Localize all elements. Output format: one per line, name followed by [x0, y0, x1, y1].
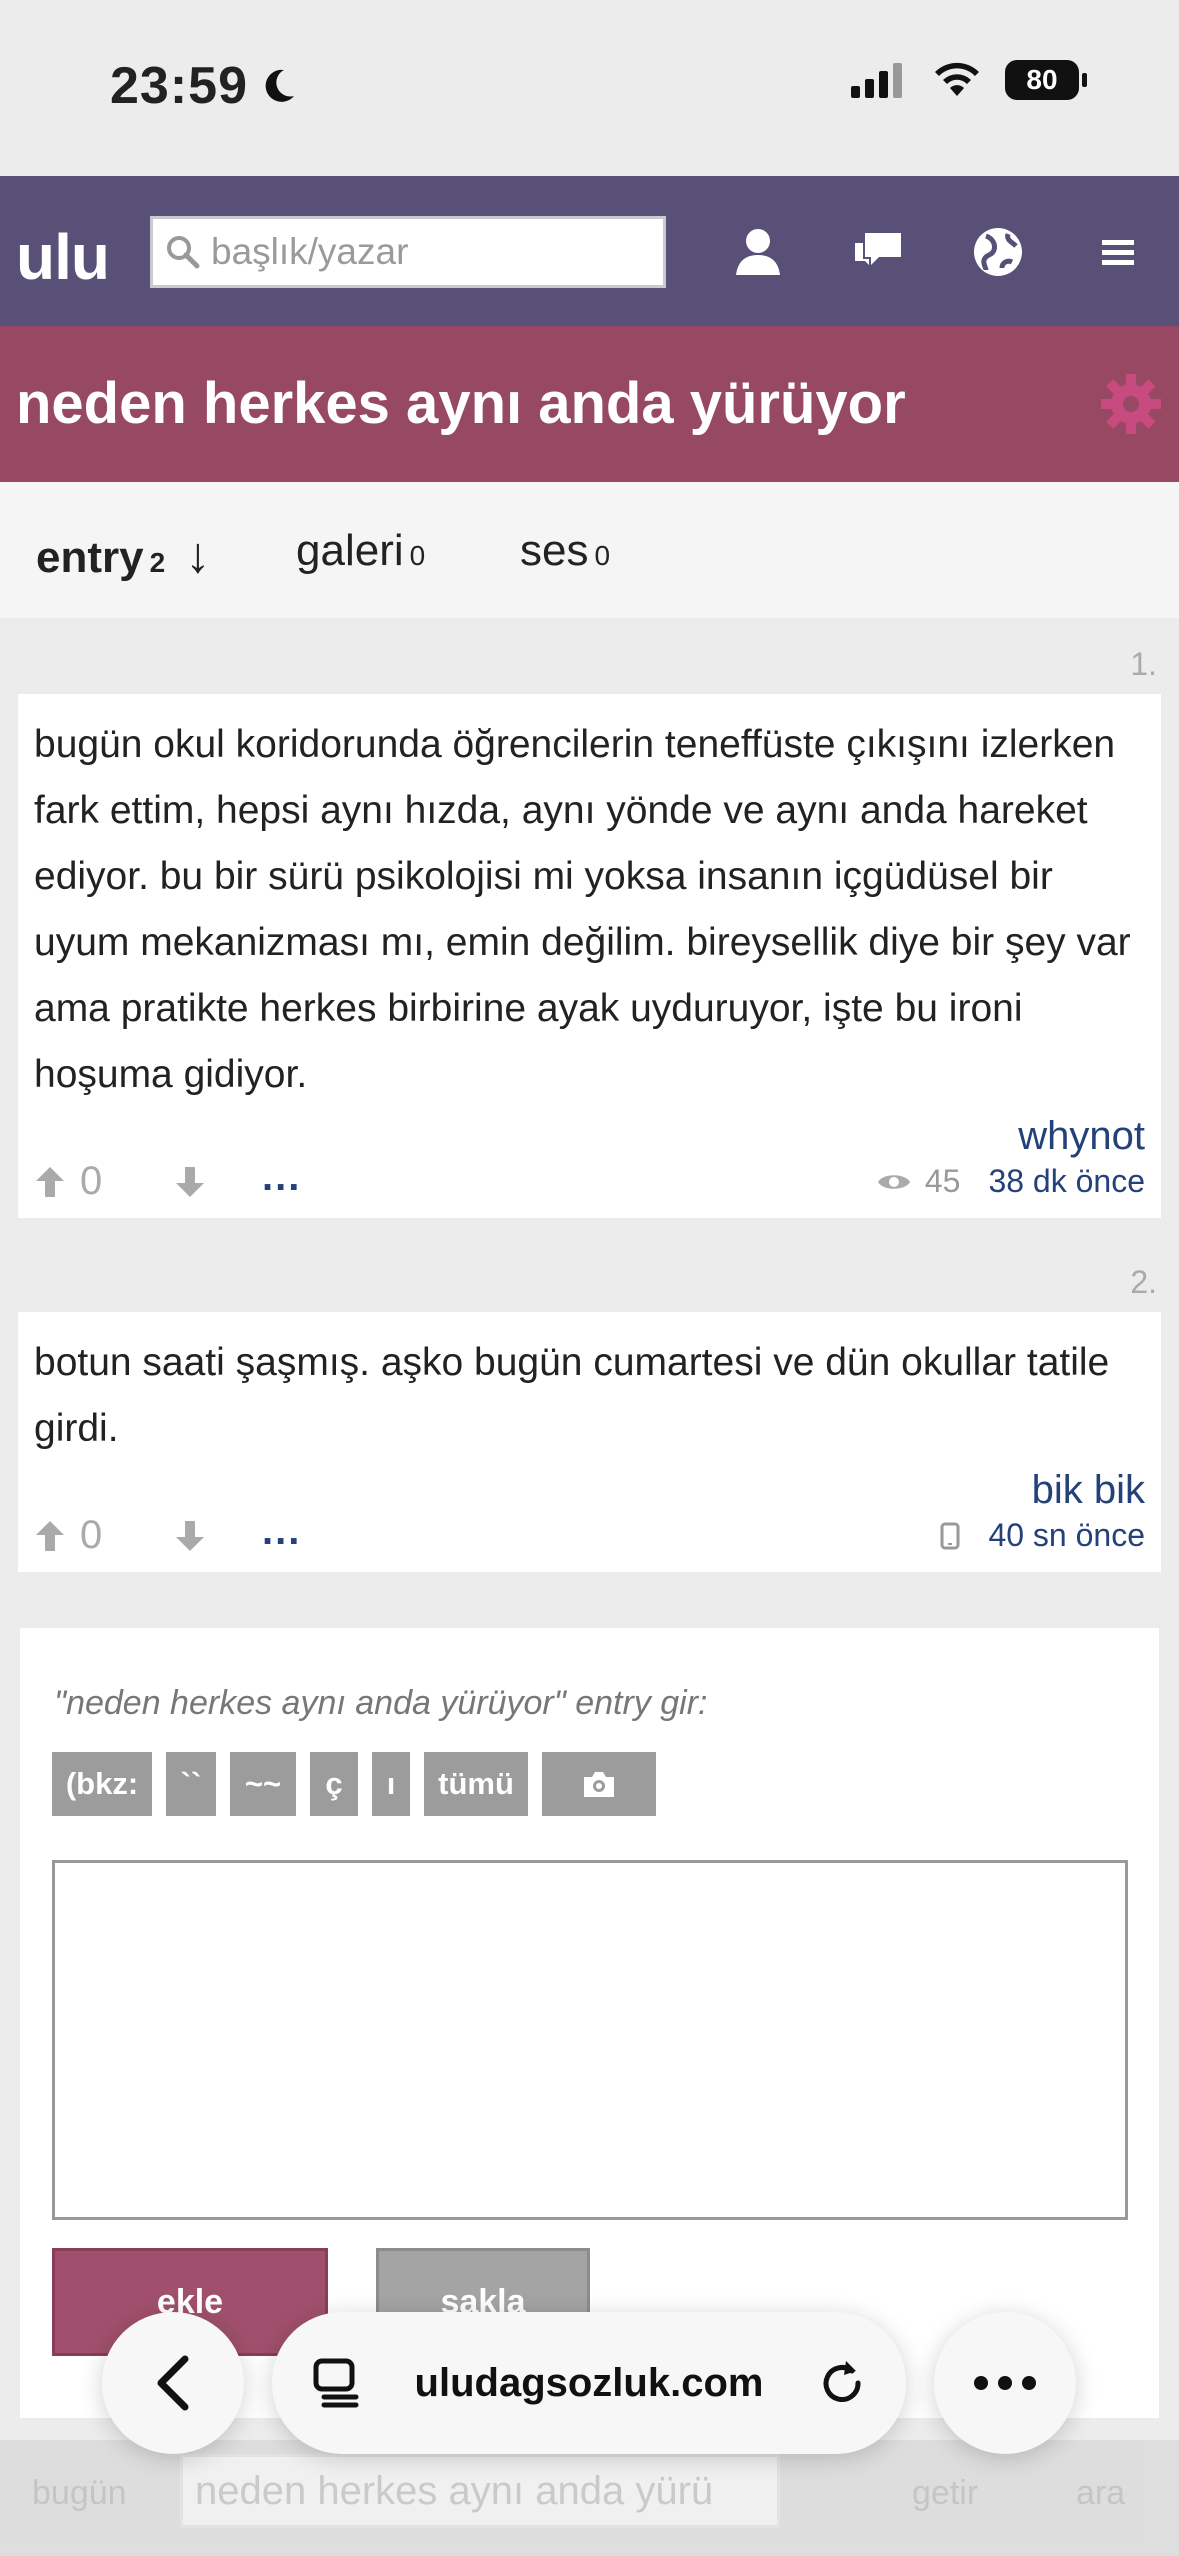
entry-card: bugün okul koridorunda öğrencilerin tene…: [18, 694, 1161, 1218]
vote-count: 0: [80, 1513, 103, 1557]
messages-icon[interactable]: [846, 220, 910, 284]
search-icon: [167, 236, 200, 269]
globe-icon[interactable]: [966, 220, 1030, 284]
ellipsis-icon: [974, 2376, 1036, 2390]
search-input[interactable]: [209, 230, 653, 274]
back-button[interactable]: [102, 2312, 244, 2454]
editor-prompt: "neden herkes aynı anda yürüyor" entry g…: [54, 1684, 708, 1722]
top-navigation: ulu: [0, 176, 1179, 326]
battery-indicator: 80: [1005, 60, 1087, 100]
entry-author[interactable]: bik bik: [34, 1468, 1145, 1513]
fetch-link[interactable]: getir: [912, 2474, 978, 2513]
entry-text: botun saati şaşmış. aşko bugün cumartesi…: [34, 1341, 1110, 1450]
address-bar[interactable]: uludagsozluk.com: [272, 2312, 906, 2454]
reload-icon[interactable]: [816, 2357, 868, 2409]
more-options-button[interactable]: ...: [262, 1509, 301, 1554]
entry-text: bugün okul koridorunda öğrencilerin tene…: [34, 723, 1131, 1096]
url-text[interactable]: uludagsozluk.com: [415, 2361, 764, 2406]
entry-number[interactable]: 1.: [1130, 646, 1157, 683]
bkz-button[interactable]: (bkz:: [52, 1752, 152, 1816]
status-time: 23:59: [110, 56, 298, 116]
upvote-button[interactable]: 0: [34, 1513, 102, 1558]
camera-button[interactable]: [542, 1752, 656, 1816]
mobile-icon: [940, 1522, 960, 1549]
arrow-down-icon: [176, 1167, 204, 1197]
editor-toolbar: (bkz: `` ~~ ç ı tümü: [52, 1752, 656, 1816]
entry-card: botun saati şaşmış. aşko bugün cumartesi…: [18, 1312, 1161, 1572]
camera-icon: [584, 1772, 614, 1797]
tab-ses[interactable]: ses 0: [520, 526, 610, 576]
entry-date[interactable]: 40 sn önce: [988, 1517, 1145, 1554]
search-link[interactable]: ara: [1076, 2474, 1125, 2513]
tabs-icon[interactable]: [312, 2357, 364, 2409]
bottom-topic-title[interactable]: neden herkes aynı anda yürü: [180, 2454, 780, 2528]
wifi-icon: [935, 62, 979, 96]
arrow-up-icon: [36, 1166, 64, 1197]
topic-header: neden herkes aynı anda yürüyor: [0, 326, 1179, 482]
c-cedilla-button[interactable]: ç: [310, 1752, 358, 1816]
backtick-button[interactable]: ``: [166, 1752, 216, 1816]
tab-entry[interactable]: entry 2 ↓: [36, 526, 210, 584]
dotless-i-button[interactable]: ı: [372, 1752, 410, 1816]
signal-icon: [851, 63, 902, 98]
more-options-button[interactable]: ...: [262, 1155, 301, 1200]
gear-icon[interactable]: [1097, 370, 1165, 443]
menu-icon[interactable]: [1086, 220, 1150, 284]
tab-galeri[interactable]: galeri 0: [296, 526, 425, 576]
arrow-down-icon: [176, 1521, 204, 1551]
vote-count: 0: [80, 1159, 103, 1203]
entry-number[interactable]: 2.: [1130, 1264, 1157, 1301]
downvote-button[interactable]: [174, 1165, 206, 1204]
entry-author[interactable]: whynot: [34, 1114, 1145, 1159]
bottom-topic-bar: bugün neden herkes aynı anda yürü getir …: [0, 2440, 1179, 2556]
more-menu-button[interactable]: [934, 2312, 1076, 2454]
eye-icon: [877, 1174, 910, 1189]
moon-icon: [265, 69, 294, 102]
site-logo[interactable]: ulu: [16, 220, 110, 294]
clock-text: 23:59: [110, 57, 248, 115]
downvote-button[interactable]: [174, 1519, 206, 1558]
spoiler-button[interactable]: ~~: [230, 1752, 296, 1816]
today-link[interactable]: bugün: [32, 2474, 127, 2513]
user-icon[interactable]: [726, 220, 790, 284]
upvote-button[interactable]: 0: [34, 1159, 102, 1204]
sort-arrow-icon[interactable]: ↓: [185, 527, 210, 583]
view-count: 45: [924, 1163, 961, 1199]
chevron-left-icon: [157, 2355, 189, 2411]
search-box[interactable]: [150, 216, 666, 288]
page-title[interactable]: neden herkes aynı anda yürüyor: [16, 370, 906, 437]
arrow-up-icon: [36, 1520, 64, 1551]
status-bar: 23:59 80: [0, 0, 1179, 176]
entry-editor: "neden herkes aynı anda yürüyor" entry g…: [20, 1628, 1159, 2418]
entry-date[interactable]: 38 dk önce: [988, 1163, 1145, 1200]
all-button[interactable]: tümü: [424, 1752, 528, 1816]
entry-textarea[interactable]: [52, 1860, 1128, 2220]
content-tabs: entry 2 ↓ galeri 0 ses 0: [0, 482, 1179, 618]
